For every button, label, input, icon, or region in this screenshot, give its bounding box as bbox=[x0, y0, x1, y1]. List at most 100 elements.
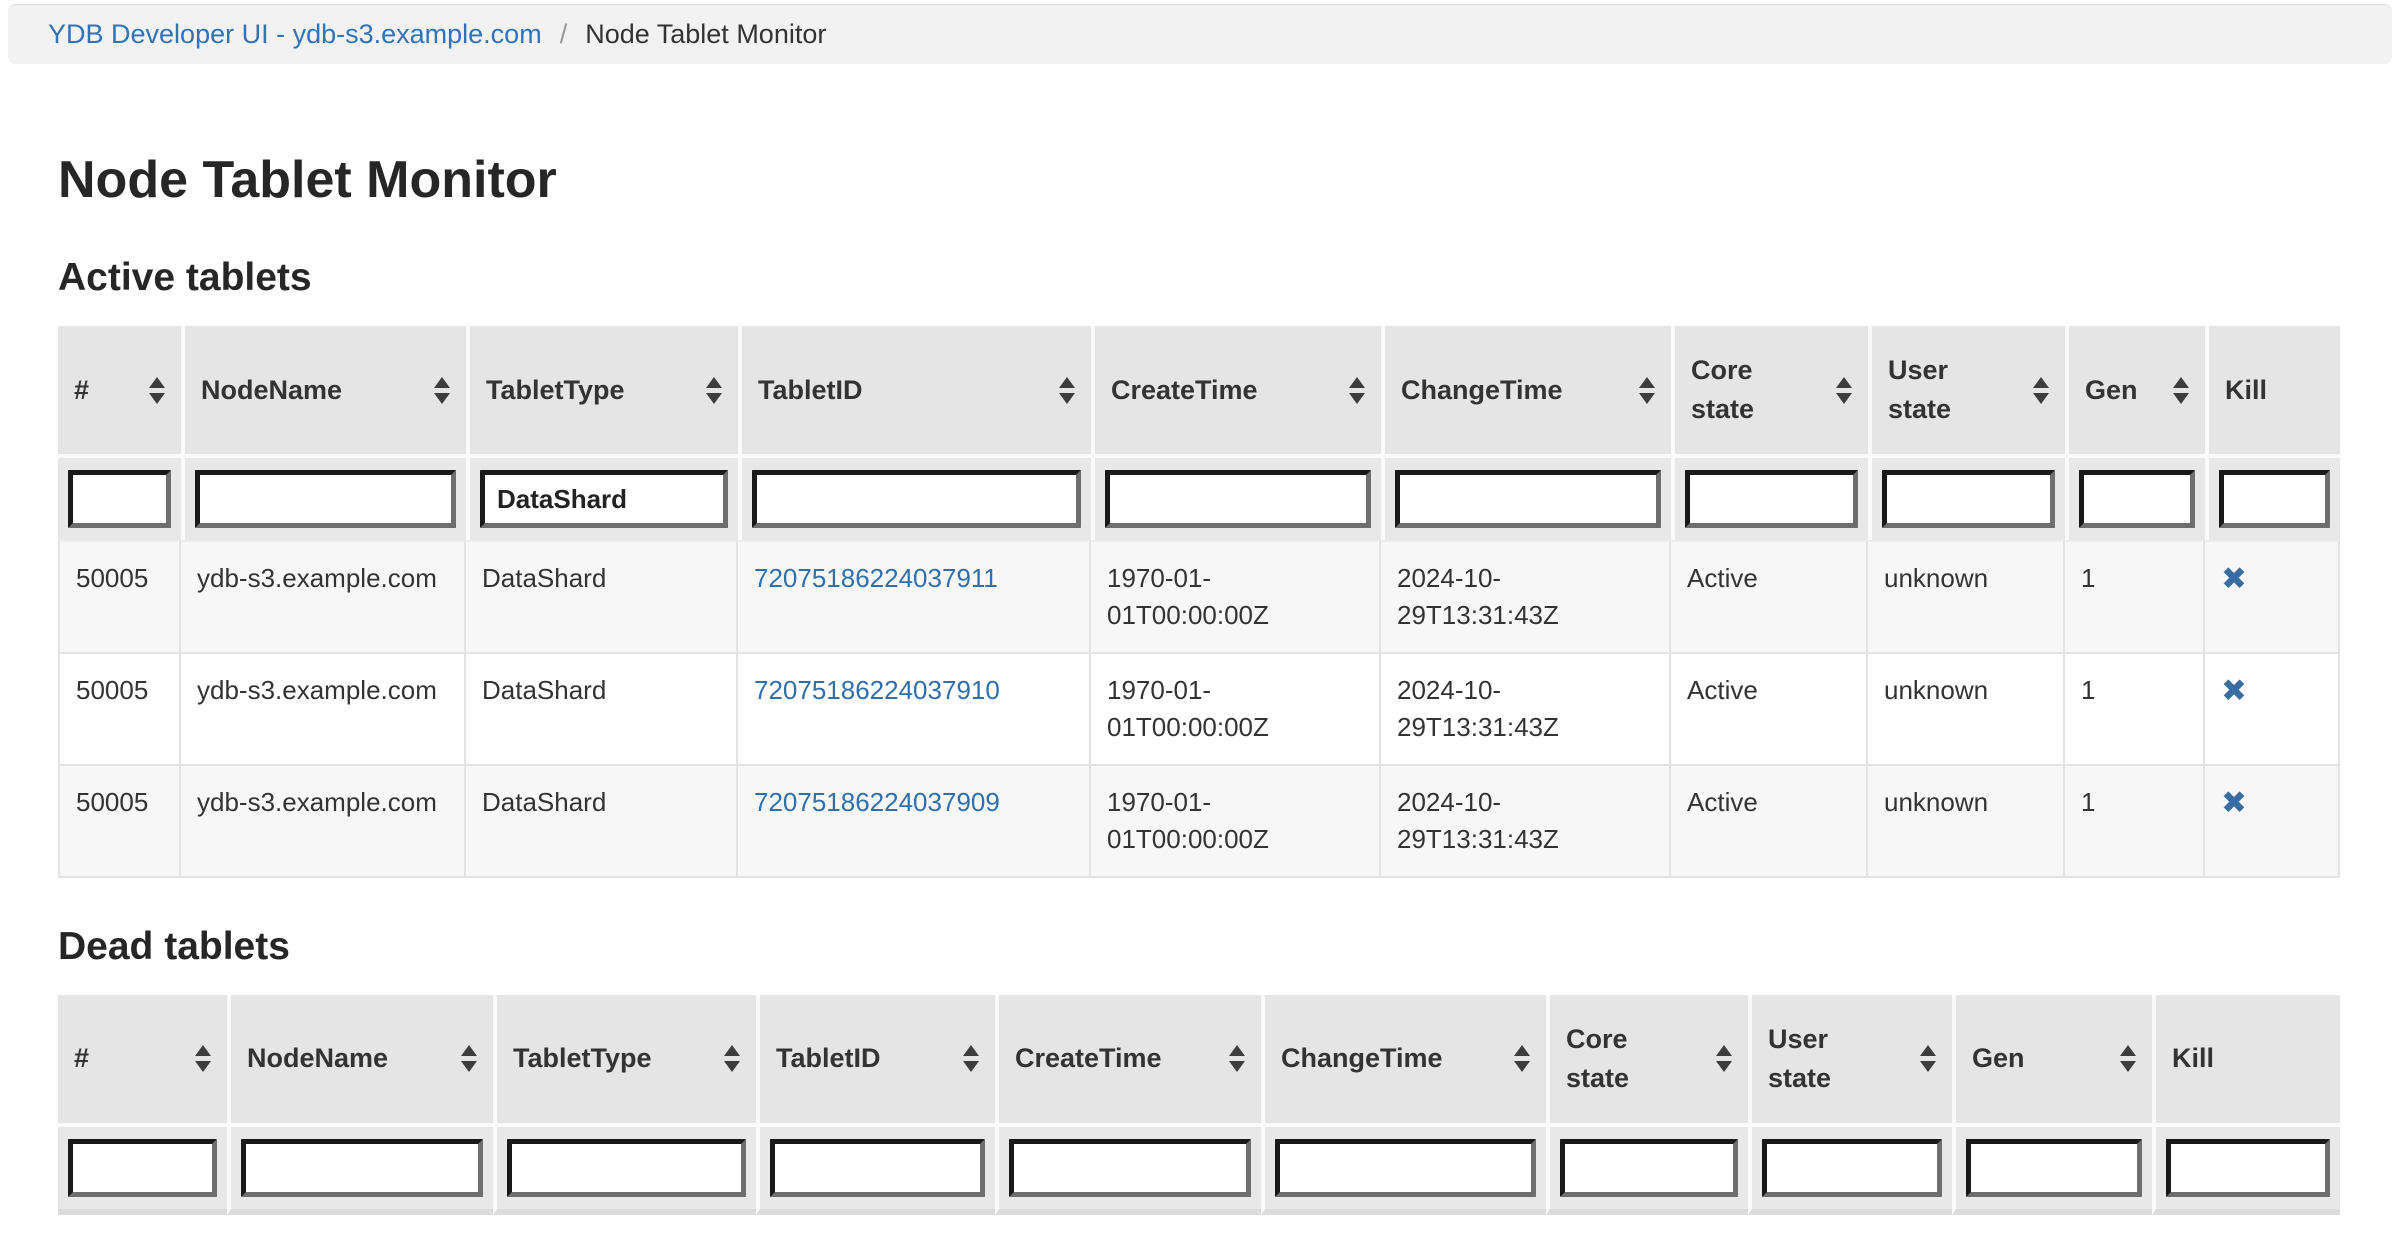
active-header-row: # NodeName TabletType TabletID CreateTim… bbox=[58, 326, 2340, 454]
column-label: # bbox=[74, 1039, 89, 1078]
column-header-change-time[interactable]: ChangeTime bbox=[1261, 995, 1546, 1123]
column-header-tablet-type[interactable]: TabletType bbox=[493, 995, 756, 1123]
column-header-core-state[interactable]: Core state bbox=[1546, 995, 1748, 1123]
cell-tablet-id: 72075186224037911 bbox=[738, 540, 1091, 654]
column-label: CreateTime bbox=[1015, 1039, 1162, 1078]
table-row: 50005 ydb-s3.example.com DataShard 72075… bbox=[58, 540, 2340, 654]
sort-icon[interactable] bbox=[1514, 1045, 1530, 1072]
kill-icon[interactable]: ✖ bbox=[2221, 672, 2247, 709]
column-label: ChangeTime bbox=[1401, 371, 1563, 410]
cell-number: 50005 bbox=[58, 654, 181, 766]
sort-icon[interactable] bbox=[2033, 377, 2049, 404]
sort-icon[interactable] bbox=[1059, 377, 1075, 404]
filter-input-create-time[interactable] bbox=[1105, 470, 1371, 528]
breadcrumb-separator: / bbox=[560, 19, 568, 50]
cell-tablet-type: DataShard bbox=[466, 766, 738, 878]
filter-input-tablet-type[interactable] bbox=[507, 1139, 746, 1197]
dead-header-row: # NodeName TabletType TabletID CreateTim… bbox=[58, 995, 2340, 1123]
sort-icon[interactable] bbox=[2173, 377, 2189, 404]
sort-icon[interactable] bbox=[1639, 377, 1655, 404]
cell-kill: ✖ bbox=[2205, 654, 2340, 766]
column-label: User state bbox=[1888, 351, 1951, 429]
column-header-number[interactable]: # bbox=[58, 995, 227, 1123]
cell-user-state: unknown bbox=[1868, 766, 2065, 878]
filter-input-kill[interactable] bbox=[2219, 470, 2330, 528]
filter-input-create-time[interactable] bbox=[1009, 1139, 1251, 1197]
column-header-create-time[interactable]: CreateTime bbox=[1091, 326, 1381, 454]
column-header-core-state[interactable]: Core state bbox=[1671, 326, 1868, 454]
column-header-node-name[interactable]: NodeName bbox=[227, 995, 493, 1123]
column-header-kill: Kill bbox=[2152, 995, 2340, 1123]
cell-change-time: 2024-10-29T13:31:43Z bbox=[1381, 654, 1671, 766]
column-header-user-state[interactable]: User state bbox=[1868, 326, 2065, 454]
active-filter-row bbox=[58, 454, 2340, 540]
filter-input-tablet-type[interactable] bbox=[480, 470, 728, 528]
column-header-tablet-type[interactable]: TabletType bbox=[466, 326, 738, 454]
filter-input-change-time[interactable] bbox=[1275, 1139, 1536, 1197]
filter-input-number[interactable] bbox=[68, 1139, 217, 1197]
filter-input-gen[interactable] bbox=[2079, 470, 2195, 528]
sort-icon[interactable] bbox=[1836, 377, 1852, 404]
sort-icon[interactable] bbox=[724, 1045, 740, 1072]
sort-icon[interactable] bbox=[149, 377, 165, 404]
sort-icon[interactable] bbox=[706, 377, 722, 404]
breadcrumb-current-page: Node Tablet Monitor bbox=[585, 19, 826, 50]
column-header-gen[interactable]: Gen bbox=[1952, 995, 2152, 1123]
filter-input-node-name[interactable] bbox=[241, 1139, 483, 1197]
cell-kill: ✖ bbox=[2205, 766, 2340, 878]
filter-input-core-state[interactable] bbox=[1560, 1139, 1738, 1197]
filter-input-change-time[interactable] bbox=[1395, 470, 1661, 528]
filter-input-user-state[interactable] bbox=[1882, 470, 2055, 528]
cell-tablet-type: DataShard bbox=[466, 654, 738, 766]
breadcrumb-link-home[interactable]: YDB Developer UI - ydb-s3.example.com bbox=[48, 19, 542, 50]
column-header-tablet-id[interactable]: TabletID bbox=[738, 326, 1091, 454]
sort-icon[interactable] bbox=[461, 1045, 477, 1072]
filter-input-node-name[interactable] bbox=[195, 470, 456, 528]
cell-number: 50005 bbox=[58, 766, 181, 878]
page-title: Node Tablet Monitor bbox=[58, 152, 2342, 209]
sort-icon[interactable] bbox=[2120, 1045, 2136, 1072]
sort-icon[interactable] bbox=[1920, 1045, 1936, 1072]
filter-input-tablet-id[interactable] bbox=[770, 1139, 985, 1197]
filter-input-number[interactable] bbox=[68, 470, 171, 528]
sort-icon[interactable] bbox=[195, 1045, 211, 1072]
main-content: Node Tablet Monitor Active tablets # Nod… bbox=[58, 152, 2342, 1215]
dead-filter-row bbox=[58, 1123, 2340, 1215]
tablet-id-link[interactable]: 72075186224037911 bbox=[754, 563, 998, 593]
cell-change-time: 2024-10-29T13:31:43Z bbox=[1381, 540, 1671, 654]
column-label: TabletType bbox=[486, 371, 625, 410]
column-header-number[interactable]: # bbox=[58, 326, 181, 454]
section-heading-dead-tablets: Dead tablets bbox=[58, 926, 2342, 969]
filter-input-core-state[interactable] bbox=[1685, 470, 1858, 528]
column-header-create-time[interactable]: CreateTime bbox=[995, 995, 1261, 1123]
column-label: Gen bbox=[2085, 371, 2138, 410]
active-tablets-table: # NodeName TabletType TabletID CreateTim… bbox=[58, 326, 2340, 878]
tablet-id-link[interactable]: 72075186224037910 bbox=[754, 675, 1000, 705]
sort-icon[interactable] bbox=[1229, 1045, 1245, 1072]
tablet-id-link[interactable]: 72075186224037909 bbox=[754, 787, 1000, 817]
column-header-tablet-id[interactable]: TabletID bbox=[756, 995, 995, 1123]
sort-icon[interactable] bbox=[963, 1045, 979, 1072]
column-header-user-state[interactable]: User state bbox=[1748, 995, 1952, 1123]
kill-icon[interactable]: ✖ bbox=[2221, 784, 2247, 821]
filter-input-kill[interactable] bbox=[2166, 1139, 2330, 1197]
filter-input-gen[interactable] bbox=[1966, 1139, 2142, 1197]
column-header-kill: Kill bbox=[2205, 326, 2340, 454]
column-header-gen[interactable]: Gen bbox=[2065, 326, 2205, 454]
kill-icon[interactable]: ✖ bbox=[2221, 560, 2247, 597]
sort-icon[interactable] bbox=[1349, 377, 1365, 404]
sort-icon[interactable] bbox=[1716, 1045, 1732, 1072]
column-header-node-name[interactable]: NodeName bbox=[181, 326, 466, 454]
cell-tablet-type: DataShard bbox=[466, 540, 738, 654]
column-label: Kill bbox=[2172, 1039, 2214, 1078]
sort-icon[interactable] bbox=[434, 377, 450, 404]
column-header-change-time[interactable]: ChangeTime bbox=[1381, 326, 1671, 454]
column-label: Core state bbox=[1566, 1020, 1629, 1098]
breadcrumb: YDB Developer UI - ydb-s3.example.com / … bbox=[8, 4, 2392, 64]
cell-gen: 1 bbox=[2065, 654, 2205, 766]
filter-input-tablet-id[interactable] bbox=[752, 470, 1081, 528]
table-row: 50005 ydb-s3.example.com DataShard 72075… bbox=[58, 766, 2340, 878]
filter-input-user-state[interactable] bbox=[1762, 1139, 1942, 1197]
cell-user-state: unknown bbox=[1868, 654, 2065, 766]
column-label: NodeName bbox=[247, 1039, 388, 1078]
